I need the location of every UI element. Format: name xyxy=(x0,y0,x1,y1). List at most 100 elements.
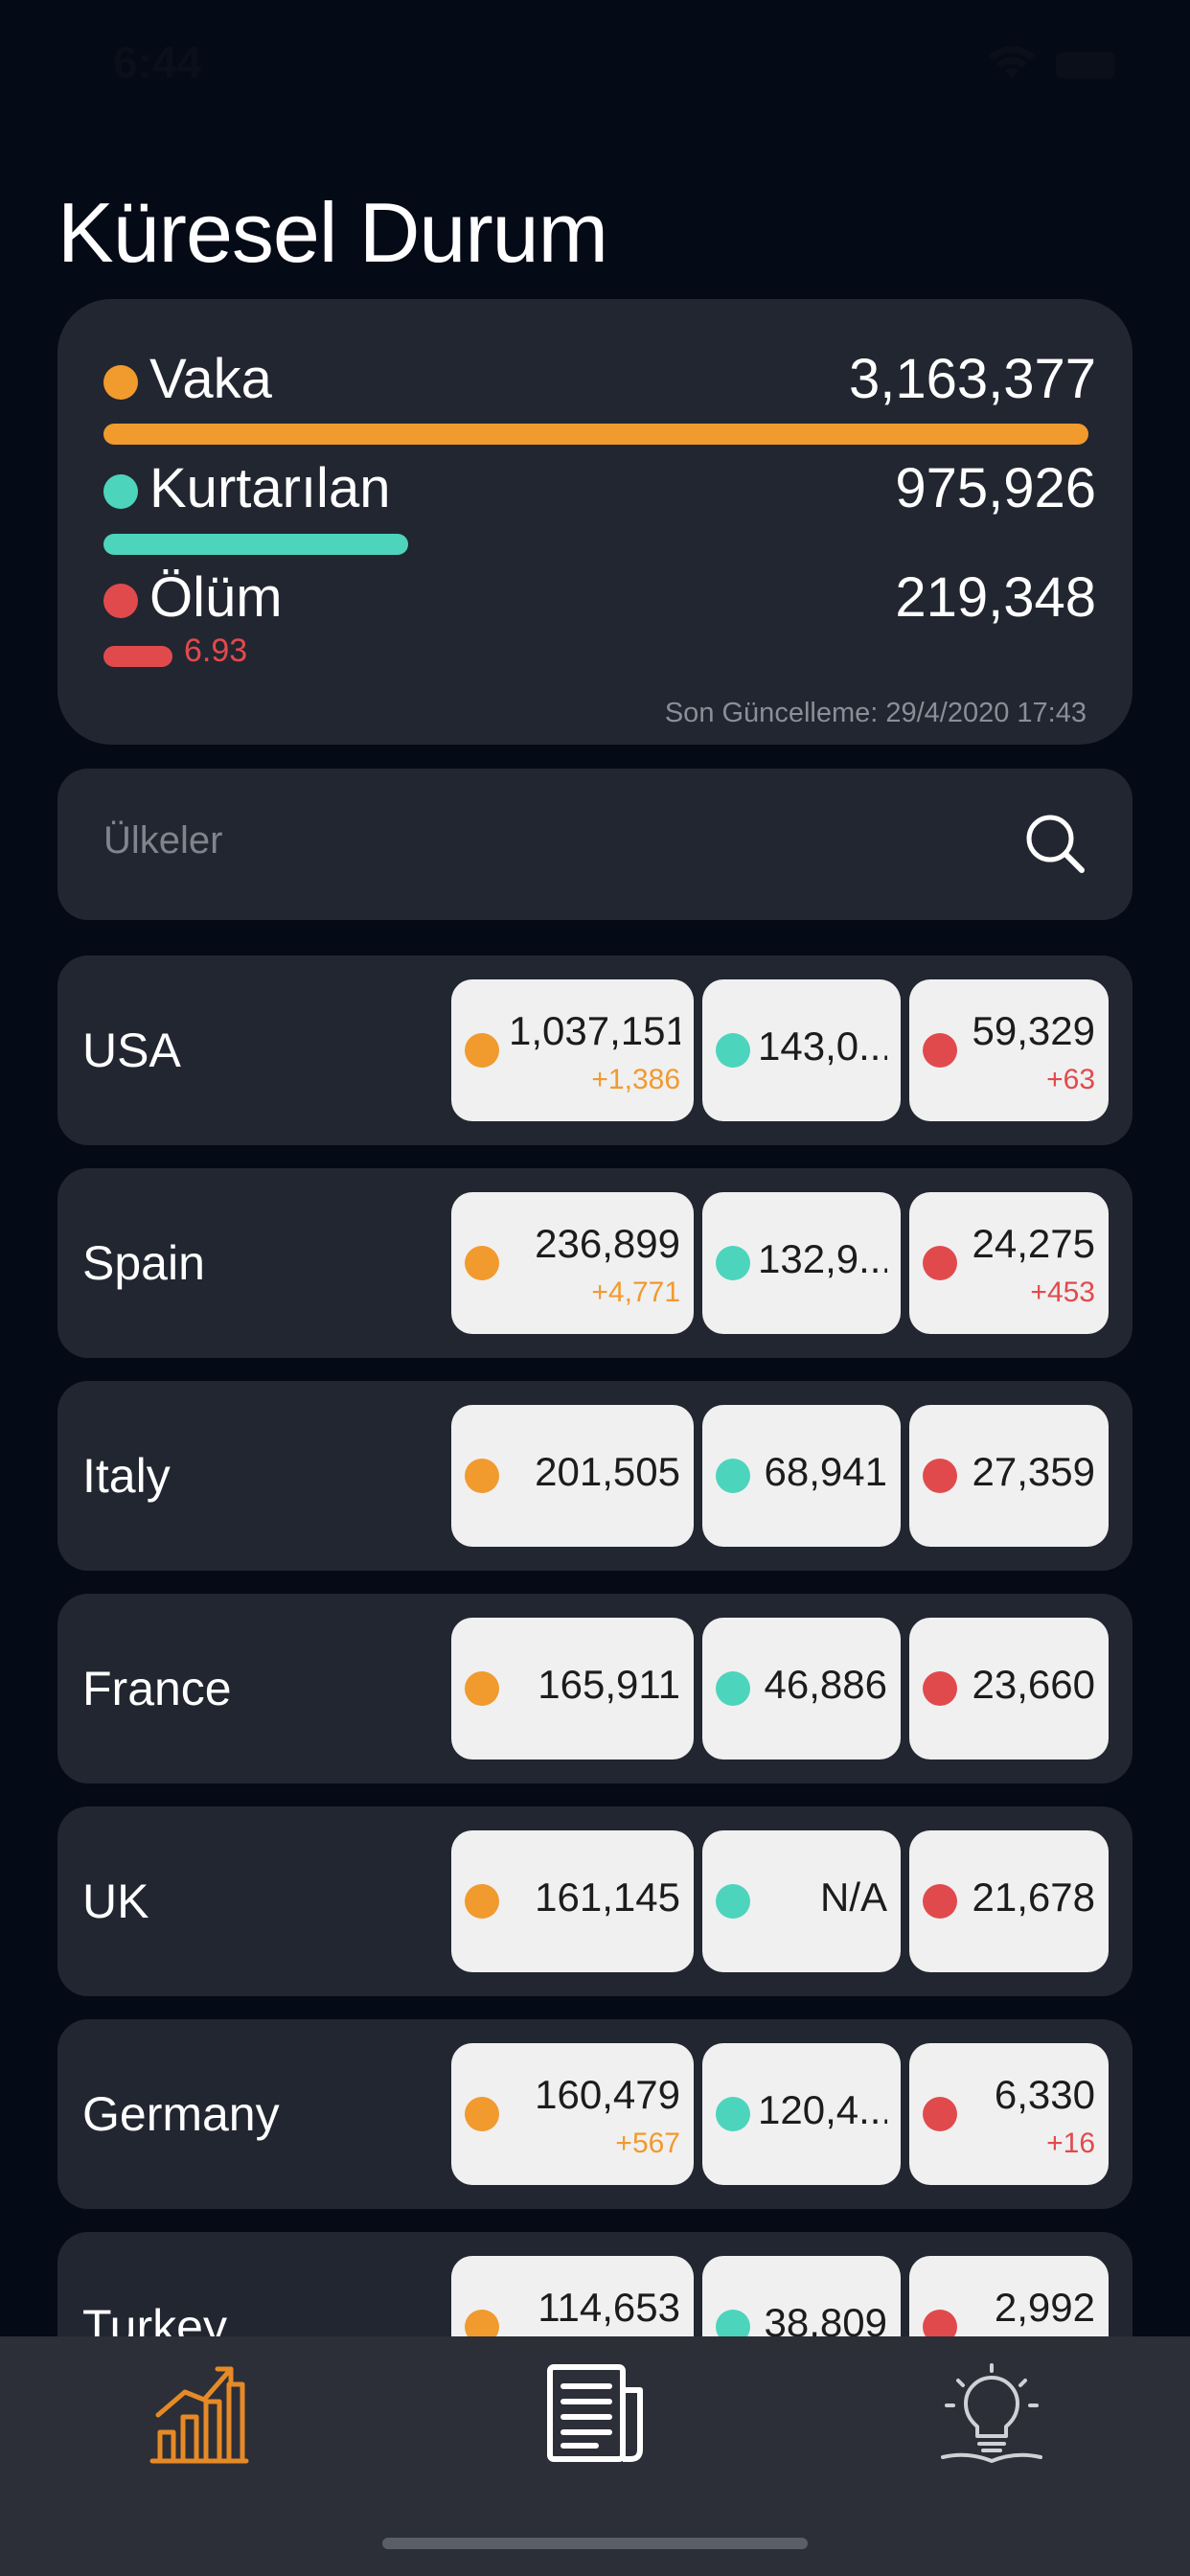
deaths-dot xyxy=(923,2097,957,2131)
country-name: Spain xyxy=(82,1236,205,1290)
recovered-bar xyxy=(103,534,408,555)
cases-cell: 161,145 xyxy=(451,1830,694,1972)
cases-dot xyxy=(465,1884,499,1919)
global-summary-card: Vaka 3,163,377 Kurtarılan 975,926 Ölüm 2… xyxy=(57,299,1133,745)
country-row-france[interactable]: France 165,911 46,886 23,660 xyxy=(57,1594,1133,1783)
recovered-row: Kurtarılan 975,926 xyxy=(103,454,1096,523)
recovered-dot xyxy=(716,1671,750,1706)
recovered-dot xyxy=(716,1884,750,1919)
status-bar: 6:44 xyxy=(0,0,1190,134)
cases-count: 114,653 xyxy=(538,2285,680,2330)
home-indicator xyxy=(382,2538,808,2549)
deaths-cell: 24,275 +453 xyxy=(909,1192,1109,1334)
recovered-count: 68,941 xyxy=(764,1449,887,1494)
country-name: USA xyxy=(82,1024,181,1077)
cases-count: 160,479 xyxy=(535,2072,680,2117)
recovered-cell: 68,941 xyxy=(702,1405,901,1547)
recovered-cell: 46,886 xyxy=(702,1618,901,1760)
cases-count: 201,505 xyxy=(535,1449,680,1494)
deaths-value: 219,348 xyxy=(895,566,1096,629)
cases-dot xyxy=(465,2097,499,2131)
country-row-spain[interactable]: Spain 236,899 +4,771 132,9... 24,275 +45… xyxy=(57,1168,1133,1358)
deaths-count: 24,275 xyxy=(972,1221,1095,1266)
cases-delta: +567 xyxy=(615,2128,680,2159)
cases-count: 161,145 xyxy=(535,1874,680,1920)
cases-label: Vaka xyxy=(149,348,272,410)
recovered-dot xyxy=(716,1033,750,1068)
cases-delta: +4,771 xyxy=(591,1276,680,1308)
deaths-delta: +453 xyxy=(1030,1276,1095,1308)
deaths-cell: 6,330 +16 xyxy=(909,2043,1109,2185)
recovered-count: 120,4... xyxy=(758,2087,887,2132)
page-title: Küresel Durum xyxy=(57,185,608,280)
search-icon[interactable] xyxy=(1023,812,1087,875)
recovered-dot xyxy=(716,2097,750,2131)
deaths-delta: +16 xyxy=(1046,2128,1095,2159)
cases-dot xyxy=(465,1459,499,1493)
country-name: Germany xyxy=(82,2087,280,2141)
recovered-count: N/A xyxy=(819,1874,887,1920)
cases-row: Vaka 3,163,377 xyxy=(103,345,1096,414)
deaths-cell: 23,660 xyxy=(909,1618,1109,1760)
recovered-cell: 143,0... xyxy=(702,979,901,1121)
deaths-count: 21,678 xyxy=(972,1874,1095,1920)
deaths-dot xyxy=(923,1884,957,1919)
deaths-dot xyxy=(923,1459,957,1493)
deaths-dot xyxy=(923,1671,957,1706)
deaths-delta: +63 xyxy=(1046,1064,1095,1095)
recovered-count: 132,9... xyxy=(758,1236,887,1281)
cases-cell: 165,911 xyxy=(451,1618,694,1760)
cases-dot xyxy=(465,1246,499,1280)
death-rate: 6.93 xyxy=(184,632,248,669)
cases-cell: 201,505 xyxy=(451,1405,694,1547)
cases-value: 3,163,377 xyxy=(848,348,1096,410)
country-name: UK xyxy=(82,1874,149,1928)
cases-count: 165,911 xyxy=(538,1662,680,1707)
deaths-count: 6,330 xyxy=(994,2072,1095,2117)
deaths-count: 2,992 xyxy=(994,2285,1095,2330)
country-row-uk[interactable]: UK 161,145 N/A 21,678 xyxy=(57,1806,1133,1996)
country-row-usa[interactable]: USA 1,037,151 +1,386 143,0... 59,329 +63 xyxy=(57,955,1133,1145)
recovered-dot xyxy=(103,474,138,509)
wifi-icon xyxy=(989,46,1035,79)
recovered-count: 143,0... xyxy=(758,1024,887,1069)
country-name: France xyxy=(82,1662,232,1715)
cases-bar xyxy=(103,424,1088,445)
country-name: Italy xyxy=(82,1449,171,1503)
cases-count: 1,037,151 xyxy=(509,1008,680,1053)
recovered-cell: N/A xyxy=(702,1830,901,1972)
cases-cell: 236,899 +4,771 xyxy=(451,1192,694,1334)
cases-cell: 1,037,151 +1,386 xyxy=(451,979,694,1121)
cases-cell: 160,479 +567 xyxy=(451,2043,694,2185)
deaths-dot xyxy=(923,1246,957,1280)
battery-icon xyxy=(1056,52,1115,79)
recovered-cell: 120,4... xyxy=(702,2043,901,2185)
last-updated: Son Güncelleme: 29/4/2020 17:43 xyxy=(664,698,1087,728)
recovered-count: 46,886 xyxy=(764,1662,887,1707)
deaths-row: Ölüm 219,348 xyxy=(103,564,1096,632)
country-search-bar[interactable]: Ülkeler xyxy=(57,769,1133,920)
deaths-cell: 59,329 +63 xyxy=(909,979,1109,1121)
lightbulb-icon[interactable] xyxy=(939,2361,1044,2467)
deaths-bar xyxy=(103,646,172,667)
deaths-cell: 27,359 xyxy=(909,1405,1109,1547)
deaths-label: Ölüm xyxy=(149,566,283,629)
search-placeholder[interactable]: Ülkeler xyxy=(103,819,222,862)
recovered-dot xyxy=(716,1246,750,1280)
cases-dot xyxy=(103,365,138,400)
cases-dot xyxy=(465,1671,499,1706)
news-icon[interactable] xyxy=(542,2361,648,2467)
chart-icon[interactable] xyxy=(147,2361,252,2467)
country-row-germany[interactable]: Germany 160,479 +567 120,4... 6,330 +16 xyxy=(57,2019,1133,2209)
deaths-count: 23,660 xyxy=(972,1662,1095,1707)
country-row-italy[interactable]: Italy 201,505 68,941 27,359 xyxy=(57,1381,1133,1571)
deaths-count: 27,359 xyxy=(972,1449,1095,1494)
cases-dot xyxy=(465,1033,499,1068)
recovered-cell: 132,9... xyxy=(702,1192,901,1334)
recovered-value: 975,926 xyxy=(895,457,1096,519)
deaths-dot xyxy=(103,584,138,618)
cases-count: 236,899 xyxy=(535,1221,680,1266)
deaths-cell: 21,678 xyxy=(909,1830,1109,1972)
cases-delta: +1,386 xyxy=(591,1064,680,1095)
recovered-label: Kurtarılan xyxy=(149,457,391,519)
